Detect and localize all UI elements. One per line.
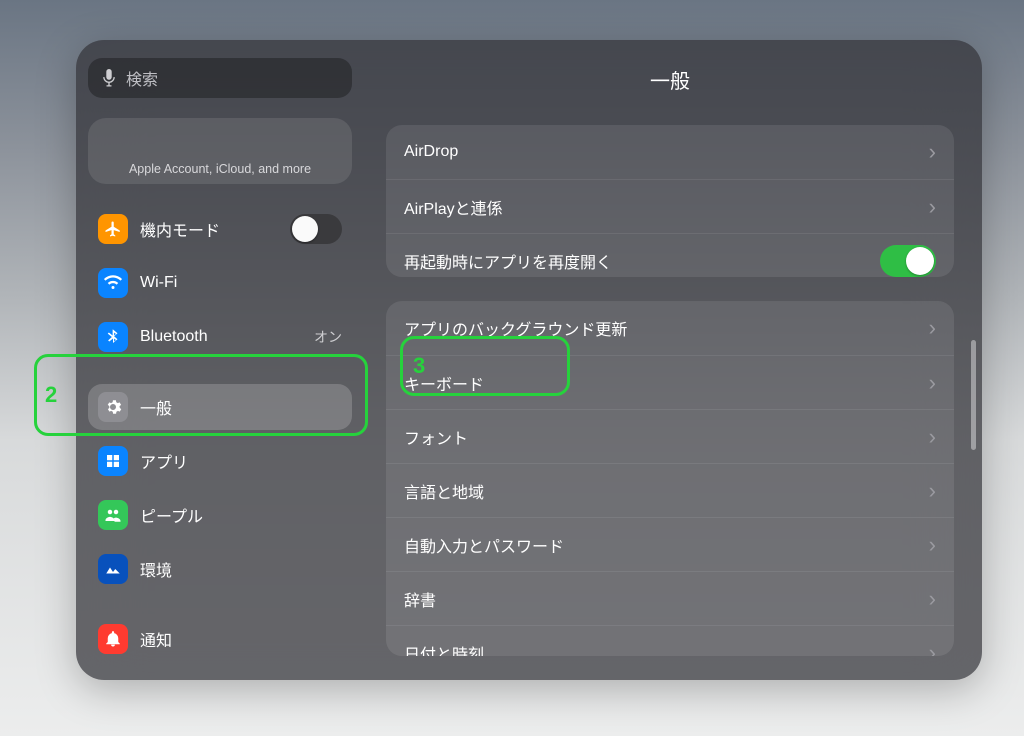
row-keyboard[interactable]: キーボード › [386, 355, 954, 409]
main-panel: 一般 AirDrop › AirPlayと連係 › 再起動時にアプリを再度開く … [364, 40, 982, 680]
settings-group-1: AirDrop › AirPlayと連係 › 再起動時にアプリを再度開く [386, 125, 954, 277]
row-label: 辞書 [404, 587, 436, 611]
row-background-refresh[interactable]: アプリのバックグラウンド更新 › [386, 301, 954, 355]
search-placeholder: 検索 [126, 66, 158, 90]
chevron-right-icon: › [929, 196, 936, 218]
row-airplay[interactable]: AirPlayと連係 › [386, 179, 954, 233]
bell-icon [98, 624, 128, 654]
chevron-right-icon: › [929, 372, 936, 394]
reopen-toggle[interactable] [880, 245, 936, 277]
row-language-region[interactable]: 言語と地域 › [386, 463, 954, 517]
row-date-time[interactable]: 日付と時刻 › [386, 625, 954, 656]
row-font[interactable]: フォント › [386, 409, 954, 463]
chevron-right-icon: › [929, 141, 936, 163]
sidebar-item-label: Bluetooth [140, 328, 208, 346]
wifi-icon [98, 268, 128, 298]
chevron-right-icon: › [929, 317, 936, 339]
row-reopen-apps[interactable]: 再起動時にアプリを再度開く [386, 233, 954, 277]
row-label: アプリのバックグラウンド更新 [404, 316, 627, 340]
chevron-right-icon: › [929, 642, 936, 656]
sidebar-item-wifi[interactable]: Wi-Fi [88, 260, 352, 306]
main-header: 一般 [386, 60, 954, 99]
airplane-icon [98, 214, 128, 244]
sidebar-item-label: Wi-Fi [140, 274, 177, 292]
row-dictionary[interactable]: 辞書 › [386, 571, 954, 625]
row-label: AirDrop [404, 143, 458, 161]
row-label: AirPlayと連係 [404, 195, 503, 219]
gear-icon [98, 392, 128, 422]
sidebar-item-people[interactable]: ピープル [88, 492, 352, 538]
sidebar-item-notifications[interactable]: 通知 [88, 616, 352, 662]
apps-icon [98, 446, 128, 476]
row-label: フォント [404, 425, 468, 449]
sidebar-item-bluetooth[interactable]: Bluetooth オン [88, 314, 352, 360]
bluetooth-icon [98, 322, 128, 352]
row-autofill-password[interactable]: 自動入力とパスワード › [386, 517, 954, 571]
account-subtitle: Apple Account, iCloud, and more [129, 162, 311, 176]
sidebar-item-airplane[interactable]: 機内モード [88, 206, 352, 252]
microphone-icon [102, 69, 116, 87]
sidebar-item-general[interactable]: 一般 [88, 384, 352, 430]
sidebar-item-label: アプリ [140, 449, 188, 473]
page-title: 一般 [650, 65, 690, 94]
row-label: 言語と地域 [404, 479, 484, 503]
account-card[interactable]: Apple Account, iCloud, and more [88, 118, 352, 184]
scrollbar[interactable] [971, 340, 976, 450]
sidebar-item-label: 通知 [140, 627, 172, 651]
row-label: 日付と時刻 [404, 641, 484, 656]
bluetooth-value: オン [314, 327, 342, 347]
sidebar-item-environment[interactable]: 環境 [88, 546, 352, 592]
chevron-right-icon: › [929, 534, 936, 556]
sidebar-item-label: 環境 [140, 557, 172, 581]
sidebar-item-label: ピープル [140, 503, 203, 527]
environment-icon [98, 554, 128, 584]
sidebar-item-label: 一般 [140, 395, 172, 419]
row-label: 再起動時にアプリを再度開く [404, 249, 612, 273]
chevron-right-icon: › [929, 426, 936, 448]
chevron-right-icon: › [929, 588, 936, 610]
settings-group-2: アプリのバックグラウンド更新 › キーボード › フォント › 言語と地域 › … [386, 301, 954, 656]
search-input[interactable]: 検索 [88, 58, 352, 98]
sidebar-item-apps[interactable]: アプリ [88, 438, 352, 484]
sidebar-item-label: 機内モード [140, 217, 220, 241]
row-airdrop[interactable]: AirDrop › [386, 125, 954, 179]
row-label: キーボード [404, 371, 484, 395]
settings-window: 検索 Apple Account, iCloud, and more 機内モード… [76, 40, 982, 680]
airplane-toggle[interactable] [290, 214, 342, 244]
chevron-right-icon: › [929, 480, 936, 502]
people-icon [98, 500, 128, 530]
sidebar: 検索 Apple Account, iCloud, and more 機内モード… [76, 40, 364, 680]
row-label: 自動入力とパスワード [404, 533, 564, 557]
